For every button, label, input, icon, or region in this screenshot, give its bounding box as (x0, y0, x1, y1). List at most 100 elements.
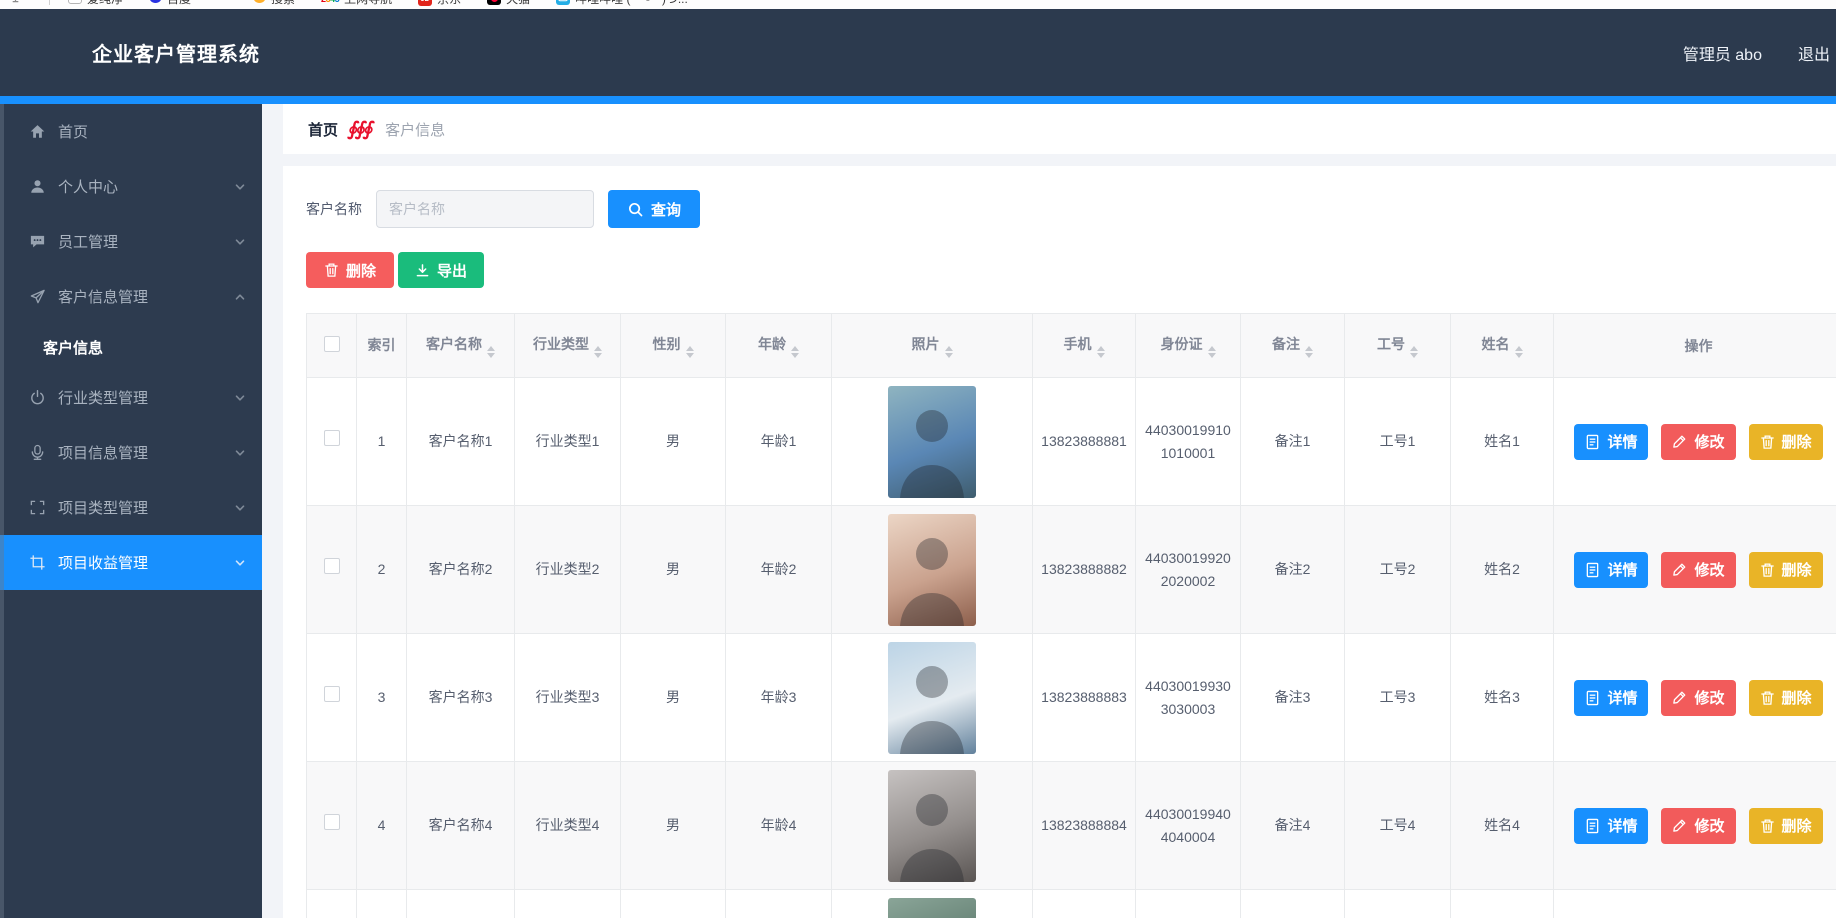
detail-button[interactable]: 详情 (1574, 552, 1648, 588)
sidebar-item-label: 首页 (58, 121, 88, 142)
sidebar-subitem[interactable]: 客户信息 (0, 324, 262, 370)
bookmark-item[interactable]: 爱纯净 (68, 0, 123, 7)
chevron-down-icon (234, 236, 246, 248)
detail-button[interactable]: 详情 (1574, 808, 1648, 844)
customer-name-input[interactable] (376, 190, 594, 228)
pen-icon (1672, 690, 1687, 705)
sidebar-item[interactable]: 员工管理 (0, 214, 262, 269)
sort-icon[interactable] (945, 346, 953, 358)
row-actions: 详情修改删除 (1562, 424, 1835, 460)
bookmark-item[interactable] (217, 0, 227, 5)
column-header-gender[interactable]: 性别 (621, 314, 726, 378)
button-label: 修改 (1694, 559, 1724, 580)
column-header-industry[interactable]: 行业类型 (515, 314, 621, 378)
mic-icon (28, 444, 46, 462)
table-row: 4客户名称4行业类型4男年龄41382388888444030019940404… (307, 762, 1836, 890)
sidebar-item[interactable]: 项目收益管理 (0, 535, 262, 590)
delete-row-button[interactable]: 删除 (1749, 808, 1823, 844)
trash-icon (1760, 818, 1775, 834)
cell-jobno: 工号3 (1345, 634, 1451, 762)
cell-idcard (1136, 890, 1241, 918)
delete-row-button[interactable]: 删除 (1749, 680, 1823, 716)
cell-idcard: 440300199404040004 (1136, 762, 1241, 890)
column-header-label: 行业类型 (533, 336, 589, 352)
bookmark-item[interactable]: JD京东 (418, 0, 461, 7)
send-icon (28, 288, 46, 306)
bookmark-item[interactable]: 2345上网导航 (321, 0, 392, 7)
sort-icon[interactable] (791, 346, 799, 358)
query-button[interactable]: 查询 (608, 190, 700, 228)
export-icon (415, 263, 430, 278)
detail-button[interactable]: 详情 (1574, 680, 1648, 716)
row-checkbox[interactable] (324, 430, 340, 446)
bulk-delete-button[interactable]: 删除 (306, 252, 394, 288)
sort-icon[interactable] (1410, 346, 1418, 358)
bookmark-item[interactable] (8, 0, 23, 6)
power-icon (28, 389, 46, 407)
export-button[interactable]: 导出 (398, 252, 484, 288)
column-header-jobno[interactable]: 工号 (1345, 314, 1451, 378)
cell-industry: 行业类型4 (515, 762, 621, 890)
logout-link[interactable]: 退出 (1798, 41, 1830, 65)
bookmark-item[interactable]: 天猫 (487, 0, 530, 7)
sidebar-item[interactable]: 行业类型管理 (0, 370, 262, 425)
current-user[interactable]: 管理员 abo (1683, 41, 1762, 65)
cell-checkbox (307, 378, 357, 506)
sort-icon[interactable] (1097, 346, 1105, 358)
device-icon (8, 0, 23, 6)
bookmark-item[interactable]: 搜索 (253, 0, 295, 7)
sidebar-item[interactable]: 个人中心 (0, 159, 262, 214)
bookmark-item[interactable]: 哔哩哔哩 ( ゜-゜)つ... (556, 0, 688, 7)
row-actions: 详情 修改 删除 (1562, 552, 1835, 588)
sort-icon[interactable] (594, 346, 602, 358)
cell-checkbox (307, 506, 357, 634)
sidebar-item[interactable]: 客户信息管理 (0, 269, 262, 324)
doc-icon (1585, 818, 1600, 834)
edit-button[interactable]: 修改 (1661, 680, 1735, 716)
cell-remark: 备注4 (1241, 762, 1345, 890)
cell-actions: 详情修改删除 (1554, 890, 1836, 918)
sort-icon[interactable] (1515, 346, 1523, 358)
cell-remark: 备注1 (1241, 378, 1345, 506)
sort-icon[interactable] (487, 346, 495, 358)
column-header-phone[interactable]: 手机 (1033, 314, 1136, 378)
cell-age: 年龄4 (726, 762, 832, 890)
content-card: 客户名称 查询 删除 导出 索引客户名称行业类型性别年 (283, 166, 1836, 918)
sort-icon[interactable] (686, 346, 694, 358)
button-label: 详情 (1607, 815, 1637, 836)
column-header-photo[interactable]: 照片 (832, 314, 1033, 378)
select-all-checkbox[interactable] (324, 336, 340, 352)
bookmark-label: 哔哩哔哩 ( ゜-゜)つ... (575, 0, 688, 7)
sort-icon[interactable] (1208, 346, 1216, 358)
delete-row-button[interactable]: 删除 (1749, 552, 1823, 588)
column-header-personname[interactable]: 姓名 (1451, 314, 1554, 378)
sort-icon[interactable] (1305, 346, 1313, 358)
delete-row-button[interactable]: 删除 (1749, 424, 1823, 460)
pen-icon (1672, 434, 1687, 449)
row-checkbox[interactable] (324, 686, 340, 702)
bookmark-label: 百度 (167, 0, 191, 7)
sidebar-item[interactable]: 项目信息管理 (0, 425, 262, 480)
cell-gender (621, 890, 726, 918)
edit-button[interactable]: 修改 (1661, 552, 1735, 588)
2345-icon: 2345 (321, 0, 339, 5)
row-checkbox[interactable] (324, 558, 340, 574)
column-header-name[interactable]: 客户名称 (407, 314, 515, 378)
cell-name: 客户名称3 (407, 634, 515, 762)
column-header-idcard[interactable]: 身份证 (1136, 314, 1241, 378)
column-header-age[interactable]: 年龄 (726, 314, 832, 378)
column-header-checkbox (307, 314, 357, 378)
row-checkbox[interactable] (324, 814, 340, 830)
bookmark-item[interactable]: 百度 (149, 0, 191, 7)
detail-button[interactable]: 详情 (1574, 424, 1648, 460)
edit-button[interactable]: 修改 (1661, 424, 1735, 460)
sidebar-item[interactable]: 项目类型管理 (0, 480, 262, 535)
breadcrumb-home[interactable]: 首页 (308, 119, 338, 140)
sidebar-item[interactable]: 首页 (0, 104, 262, 159)
column-header-remark[interactable]: 备注 (1241, 314, 1345, 378)
edit-button[interactable]: 修改 (1661, 808, 1735, 844)
cell-name (407, 890, 515, 918)
column-header-label: 操作 (1685, 338, 1713, 354)
cell-name: 客户名称2 (407, 506, 515, 634)
cell-idcard: 440300199202020002 (1136, 506, 1241, 634)
